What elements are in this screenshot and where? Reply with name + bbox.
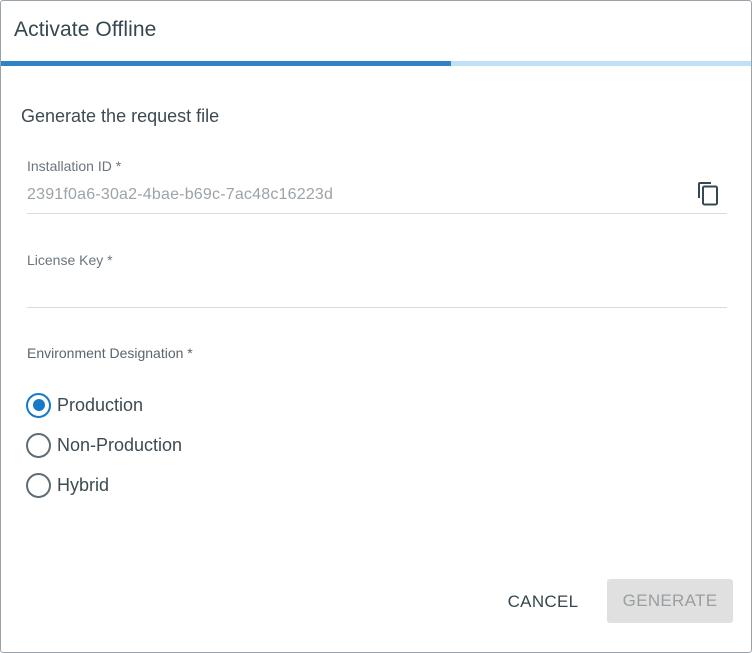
cancel-button[interactable]: CANCEL [498, 586, 588, 618]
radio-non-production-label[interactable]: Non-Production [57, 435, 182, 456]
copy-icon[interactable] [697, 181, 721, 207]
progress-bar [1, 61, 751, 66]
radio-production[interactable]: Production [26, 392, 143, 418]
radio-non-production[interactable]: Non-Production [26, 432, 182, 458]
installation-id-value: 2391f0a6-30a2-4bae-b69c-7ac48c16223d [27, 186, 334, 203]
license-key-label: License Key * [27, 252, 113, 268]
progress-bar-fill [1, 61, 451, 66]
radio-hybrid[interactable]: Hybrid [26, 472, 109, 498]
activate-offline-dialog: Activate Offline Generate the request fi… [0, 0, 752, 653]
radio-hybrid-label[interactable]: Hybrid [57, 475, 109, 496]
dialog-title: Activate Offline [14, 18, 157, 41]
generate-button[interactable]: GENERATE [607, 579, 733, 623]
radio-production-circle[interactable] [26, 392, 51, 418]
license-key-underline [27, 307, 727, 308]
radio-hybrid-circle[interactable] [26, 472, 51, 498]
installation-id-underline [27, 213, 727, 214]
radio-production-label[interactable]: Production [57, 395, 143, 416]
radio-non-production-circle[interactable] [26, 432, 51, 458]
license-key-field: License Key * [27, 252, 727, 308]
step-heading: Generate the request file [21, 106, 220, 126]
radio-selected-dot [32, 399, 45, 411]
environment-designation-label: Environment Designation * [27, 345, 193, 361]
license-key-input[interactable] [27, 274, 727, 304]
dialog-header: Activate Offline [1, 1, 751, 61]
installation-id-label: Installation ID * [27, 158, 122, 174]
installation-id-field: Installation ID * 2391f0a6-30a2-4bae-b69… [27, 158, 727, 214]
